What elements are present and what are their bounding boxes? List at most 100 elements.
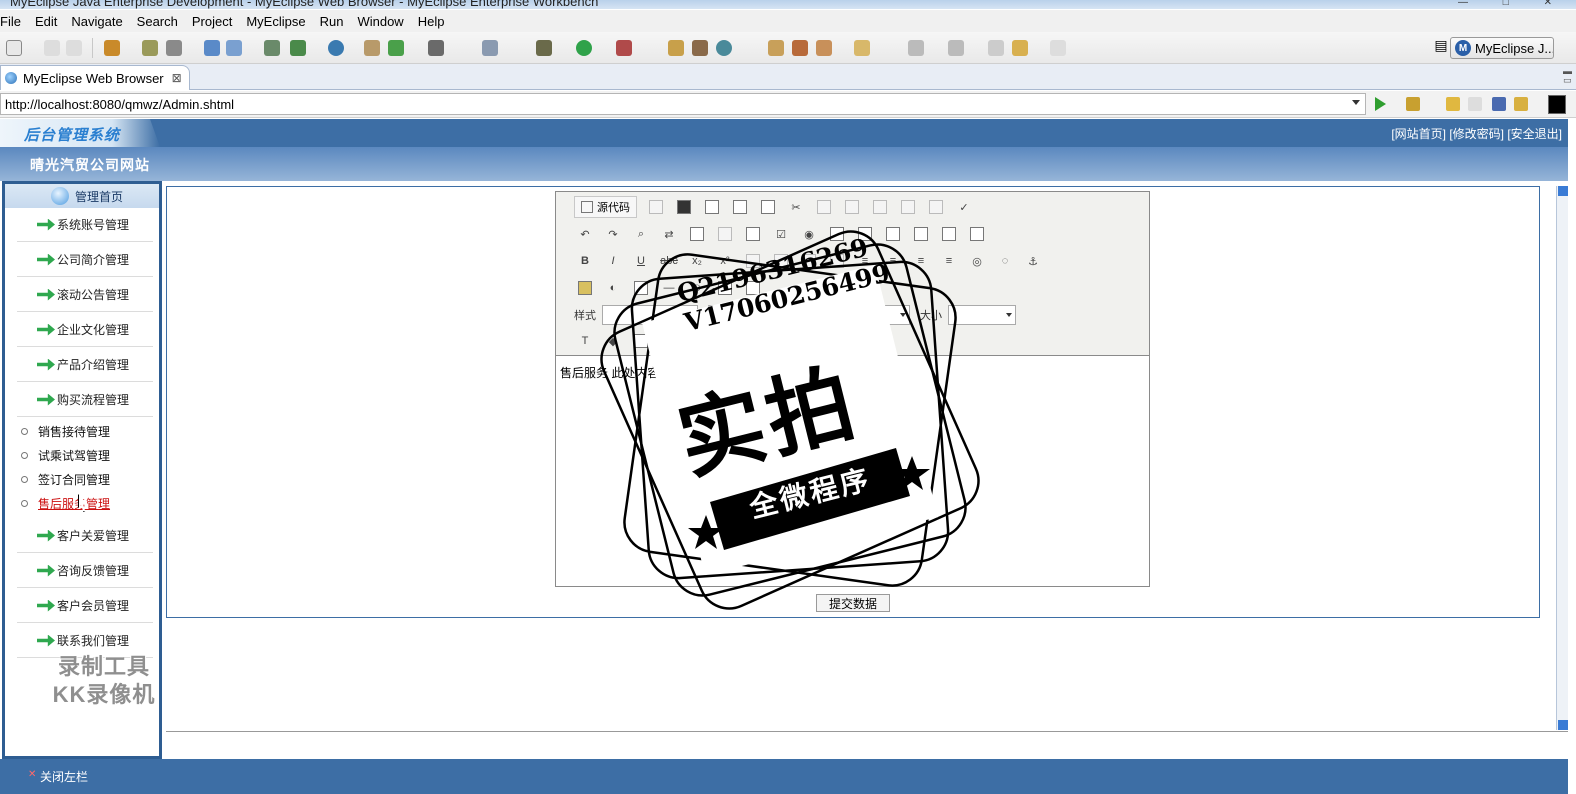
menu-run[interactable]: Run <box>313 14 351 29</box>
next-annotation-icon[interactable] <box>908 40 924 56</box>
search-tool-icon[interactable] <box>668 40 684 56</box>
bg-color-icon[interactable]: ◆ <box>602 330 624 352</box>
bold-icon[interactable]: B <box>574 250 596 272</box>
print-doc-icon[interactable] <box>925 196 947 218</box>
unlink-icon[interactable]: ◌ <box>994 250 1016 272</box>
package-icon[interactable] <box>104 40 120 56</box>
camera-icon[interactable] <box>428 40 444 56</box>
sidebar-item-customer-care[interactable]: 客户关爱管理 <box>17 519 153 553</box>
redo-icon[interactable]: ↷ <box>602 223 624 245</box>
print-preview-icon[interactable] <box>729 196 751 218</box>
hidden-field-icon[interactable] <box>966 223 988 245</box>
paste-word-icon[interactable] <box>897 196 919 218</box>
menu-edit[interactable]: Edit <box>28 14 64 29</box>
window-controls[interactable]: — □ ✕ <box>1458 0 1568 8</box>
external-tools-icon[interactable] <box>616 40 632 56</box>
top-links[interactable]: [网站首页] [修改密码] [安全退出] <box>1391 125 1562 142</box>
vertical-scrollbar[interactable] <box>1556 186 1568 730</box>
new-folder-icon[interactable] <box>388 40 404 56</box>
image-button-icon[interactable] <box>938 223 960 245</box>
menu-navigate[interactable]: Navigate <box>64 14 129 29</box>
browser-forward-icon[interactable] <box>1468 97 1482 111</box>
wizard2-icon[interactable] <box>226 40 242 56</box>
copy-icon[interactable] <box>813 196 835 218</box>
open-perspective-icon[interactable]: ▤ <box>1432 37 1450 57</box>
new-page-icon[interactable] <box>701 196 723 218</box>
sidebar-item-culture[interactable]: 企业文化管理 <box>17 313 153 347</box>
save-icon[interactable] <box>44 40 60 56</box>
perspective-button[interactable]: M MyEclipse J... <box>1450 37 1554 59</box>
paste-text-icon[interactable] <box>869 196 891 218</box>
open-icon[interactable] <box>854 40 870 56</box>
submenu-test-drive[interactable]: 试乘试驾管理 <box>21 444 151 466</box>
debug-server-icon[interactable] <box>142 40 158 56</box>
menu-file[interactable]: File <box>0 14 28 29</box>
deploy-icon[interactable] <box>264 40 280 56</box>
spellcheck-icon[interactable]: ✓ <box>953 196 975 218</box>
browser-stop-icon[interactable] <box>1492 97 1506 111</box>
sidebar-item-members[interactable]: 客户会员管理 <box>17 589 153 623</box>
remove-format-icon[interactable] <box>714 223 736 245</box>
close-sidebar-link[interactable]: 关闭左栏 <box>40 768 88 785</box>
new-icon[interactable] <box>6 40 22 56</box>
menu-project[interactable]: Project <box>185 14 239 29</box>
url-input[interactable]: http://localhost:8080/qmwz/Admin.shtml <box>0 93 1366 115</box>
table-icon[interactable] <box>630 277 652 299</box>
underline-icon[interactable]: U <box>630 250 652 272</box>
run-icon[interactable] <box>576 40 592 56</box>
tool1-icon[interactable] <box>768 40 784 56</box>
scroll-down-icon[interactable] <box>1558 720 1568 730</box>
close-sidebar-icon[interactable]: ✕ <box>28 769 36 780</box>
link-icon[interactable]: ◎ <box>966 250 988 272</box>
subscript-icon[interactable]: x₂ <box>686 250 708 272</box>
anchor-icon[interactable]: ⚓ <box>1022 250 1044 272</box>
save-doc-icon[interactable] <box>673 196 695 218</box>
undo-icon[interactable]: ↶ <box>574 223 596 245</box>
go-icon[interactable] <box>1375 97 1386 111</box>
tab-web-browser[interactable]: MyEclipse Web Browser ⊠ <box>0 65 190 90</box>
browser-back-icon[interactable] <box>1446 97 1460 111</box>
select-field-icon[interactable] <box>882 223 904 245</box>
url-dropdown-icon[interactable] <box>1352 100 1360 105</box>
align-right-icon[interactable]: ≡ <box>910 250 932 272</box>
checkbox-icon[interactable]: ☑ <box>770 223 792 245</box>
size-select[interactable] <box>948 305 1016 325</box>
templates-icon[interactable] <box>757 196 779 218</box>
web-globe-icon[interactable] <box>328 40 344 56</box>
scroll-up-icon[interactable] <box>1558 186 1568 196</box>
refresh-icon[interactable] <box>716 40 732 56</box>
justify-icon[interactable]: ≡ <box>938 250 960 272</box>
browser-tools-icon[interactable] <box>1406 97 1420 111</box>
run-server-icon[interactable] <box>290 40 306 56</box>
menu-window[interactable]: Window <box>350 14 410 29</box>
tool3-icon[interactable] <box>816 40 832 56</box>
forward-icon[interactable] <box>1050 40 1066 56</box>
sidebar-item-feedback[interactable]: 咨询反馈管理 <box>17 554 153 588</box>
image-icon[interactable] <box>574 277 596 299</box>
submenu-sales-reception[interactable]: 销售接待管理 <box>21 420 151 442</box>
print-icon[interactable] <box>66 40 82 56</box>
sidebar-item-announcements[interactable]: 滚动公告管理 <box>17 278 153 312</box>
select-all-icon[interactable] <box>686 223 708 245</box>
minimize-maximize-icon[interactable]: ▬ ▭ <box>1563 67 1572 85</box>
hierarchy-icon[interactable] <box>692 40 708 56</box>
flash-icon[interactable]: ◐ <box>602 277 624 299</box>
task-icon[interactable] <box>482 40 498 56</box>
paste-icon[interactable] <box>841 196 863 218</box>
browser-refresh-icon[interactable] <box>1514 97 1528 111</box>
prev-annotation-icon[interactable] <box>948 40 964 56</box>
debug-icon[interactable] <box>536 40 552 56</box>
sidebar-item-company-intro[interactable]: 公司简介管理 <box>17 243 153 277</box>
server-icon[interactable] <box>166 40 182 56</box>
menu-search[interactable]: Search <box>130 14 185 29</box>
button-field-icon[interactable] <box>910 223 932 245</box>
italic-icon[interactable]: I <box>602 250 624 272</box>
tool2-icon[interactable] <box>792 40 808 56</box>
last-edit-icon[interactable] <box>988 40 1004 56</box>
radio-icon[interactable]: ◉ <box>798 223 820 245</box>
close-icon[interactable]: ⊠ <box>172 71 182 85</box>
font-select[interactable] <box>814 305 910 325</box>
sidebar-item-purchase-flow[interactable]: 购买流程管理 <box>17 383 153 417</box>
cut-icon[interactable]: ✂ <box>785 196 807 218</box>
text-color-icon[interactable]: T <box>574 330 596 352</box>
